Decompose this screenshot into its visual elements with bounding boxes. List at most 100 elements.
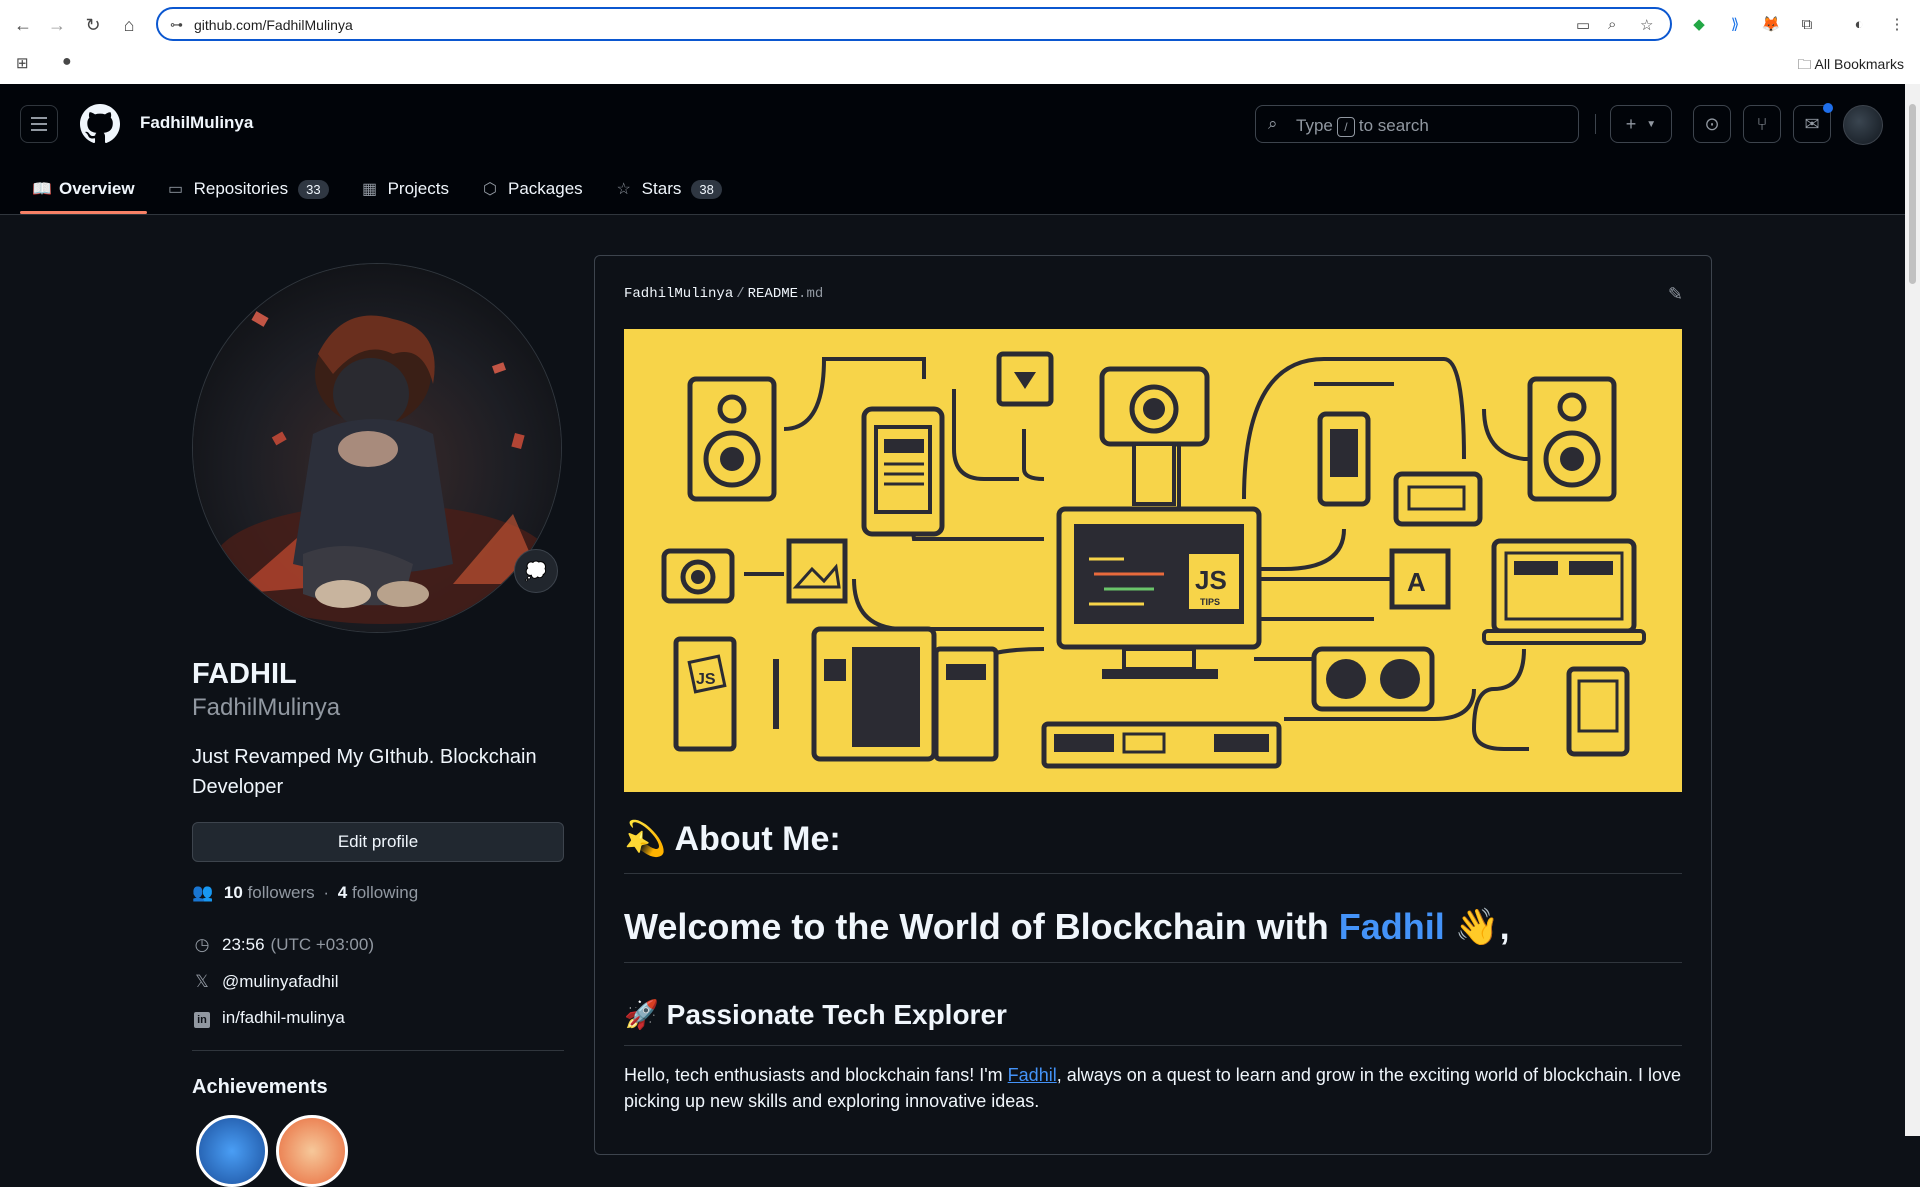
readme-banner-image: JS TIPS A JS [624,329,1682,792]
create-new-button[interactable]: + ▼ [1610,105,1672,143]
tab-overview-label: Overview [59,179,135,198]
readme-file: README [747,286,799,302]
page-scrollbar[interactable] [1905,84,1920,1136]
search-key: / [1336,116,1355,137]
cast-icon[interactable]: ▭ [1576,16,1590,34]
user-avatar[interactable] [1843,105,1883,145]
speech-bubble-icon: 💭 [524,560,548,581]
github-logo[interactable] [80,104,120,144]
followers-count: 10 [223,883,243,902]
all-bookmarks-label: All Bookmarks [1814,56,1904,72]
menu-icon[interactable] [20,105,58,143]
following-link[interactable]: 4 following [338,883,418,902]
scrollbar-thumb[interactable] [1909,104,1916,284]
linkedin-icon: in [192,1008,212,1028]
readme-breadcrumb: FadhilMulinya / README.md [624,286,823,302]
pencil-icon[interactable]: ✎ [1668,284,1683,305]
x-logo-icon: 𝕏 [195,972,209,991]
readme-card: FadhilMulinya / README.md ✎ JS TIPS A JS… [594,255,1712,1155]
status-emoji-button[interactable]: 💭 [514,549,558,593]
profile-bio: Just Revamped My GIthub. Blockchain Deve… [192,746,537,798]
profile-avatar[interactable] [192,263,562,633]
tab-packages[interactable]: ⬡ Packages [469,164,595,214]
profile-name: FADHIL [192,658,297,690]
reload-icon[interactable]: ↻ [80,12,106,38]
tab-packages-label: Packages [508,179,583,198]
banner-notebook-label: JS [696,671,716,688]
about-me-heading: 💫 About Me: [624,819,1682,874]
notification-dot [1823,103,1833,113]
star-outline-icon: ☆ [616,181,631,198]
section-heading: 🚀 Passionate Tech Explorer [624,998,1682,1046]
star-icon[interactable]: ☆ [1640,16,1653,34]
achievements-title: Achievements [192,1076,328,1098]
back-icon[interactable]: ← [10,12,36,38]
search-icon: ⌕ [1268,114,1278,133]
tab-overview[interactable]: 📖 Overview [20,164,147,214]
followers-link[interactable]: 10 followers [224,883,315,902]
welcome-name: Fadhil [1338,906,1445,947]
achievement-badge[interactable] [276,1115,348,1187]
globe-icon[interactable]: ● [62,53,72,71]
table-icon: ▦ [362,181,378,198]
package-icon: ⬡ [483,181,497,198]
local-time: ◷ 23:56 (UTC +03:00) [192,935,374,955]
inbox-icon[interactable]: ✉ [1793,103,1833,143]
follow-stats: 👥 10 followers · 4 following [192,883,418,903]
tab-stars-label: Stars [641,179,682,198]
followers-label: followers [247,883,315,902]
extension-icon[interactable]: ⧉ [1796,13,1818,35]
extension-shield-icon[interactable]: ◆ [1688,13,1710,35]
forward-icon[interactable]: → [44,12,70,38]
extension-wave-icon[interactable]: ⟫ [1724,13,1746,35]
fadhil-link[interactable]: Fadhil [1008,1065,1057,1085]
sidebar-divider [192,1050,564,1051]
github-header: FadhilMulinya ⌕ Type / to search + ▼ ⊙ ⑂ ✉ … [0,84,1905,215]
book-icon: 📖 [32,181,52,198]
issues-icon[interactable]: ⊙ [1693,105,1731,143]
twitter-link[interactable]: 𝕏 @mulinyafadhil [192,972,338,992]
header-username[interactable]: FadhilMulinya [140,113,253,133]
edit-profile-button[interactable]: Edit profile [192,822,564,862]
people-icon: 👥 [192,883,214,902]
header-divider [1595,114,1596,134]
twitter-handle: @mulinyafadhil [222,972,339,991]
profile-icon[interactable]: ◐ [1848,13,1870,35]
all-bookmarks[interactable]: 🗀 All Bookmarks [1797,54,1904,78]
timezone: (UTC +03:00) [270,935,374,954]
search-suffix: to search [1358,116,1429,135]
tech-gadgets-illustration: JS TIPS A JS [661,351,1646,769]
readme-owner[interactable]: FadhilMulinya [624,286,733,302]
profile-login: FadhilMulinya [192,694,341,721]
chrome-menu-icon[interactable]: ⋮ [1886,13,1908,35]
speaker-left [687,376,777,502]
time-value: 23:56 [222,935,265,954]
linkedin-link[interactable]: in in/fadhil-mulinya [192,1008,345,1028]
clock-icon: ◷ [194,935,210,954]
home-icon[interactable]: ⌂ [116,12,142,38]
linkedin-handle: in/fadhil-mulinya [222,1008,345,1027]
pull-requests-icon[interactable]: ⑂ [1743,105,1781,143]
welcome-suffix: 👋, [1454,906,1510,947]
search-placeholder: Type / to search [1296,116,1429,137]
address-bar[interactable]: ⊶ github.com/FadhilMulinya ▭ ⌕ ☆ [156,7,1672,41]
search-prefix: Type [1296,116,1333,135]
search-input[interactable]: ⌕ Type / to search [1255,105,1579,143]
plus-icon: + [1625,113,1637,134]
stars-count: 38 [691,179,722,199]
breadcrumb-separator: / [736,286,745,302]
tab-stars[interactable]: ☆ Stars 38 [603,164,734,214]
apps-icon[interactable]: ⊞ [16,54,29,72]
banner-tips-label: TIPS [1200,597,1220,607]
tab-projects[interactable]: ▦ Projects [349,164,461,214]
site-info-icon[interactable]: ⊶ [170,17,183,33]
following-count: 4 [337,883,348,902]
para-prefix: Hello, tech enthusiasts and blockchain f… [624,1065,1003,1085]
metamask-icon[interactable]: 🦊 [1760,13,1782,35]
tab-repositories[interactable]: ▭ Repositories 33 [155,164,341,214]
avatar-illustration [193,264,561,632]
achievement-badge[interactable] [196,1115,268,1187]
banner-js-label: JS [1195,565,1227,595]
zoom-icon[interactable]: ⌕ [1608,16,1616,33]
tab-projects-label: Projects [387,179,449,198]
